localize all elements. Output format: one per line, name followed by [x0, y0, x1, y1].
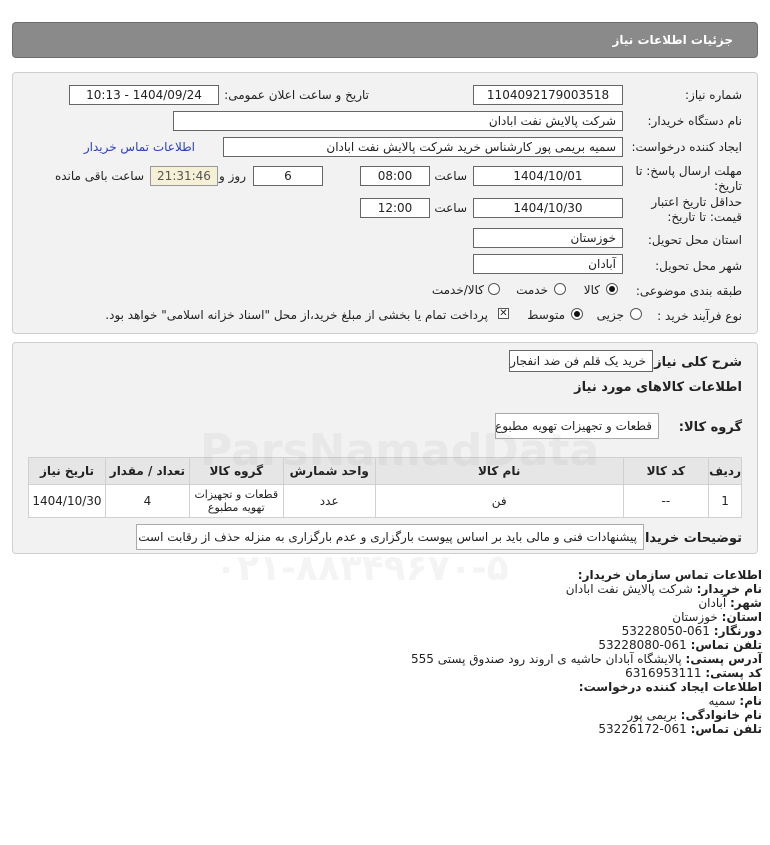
deadline-date-field: 1404/10/01	[473, 166, 623, 186]
group-field: قطعات و تجهیزات تهویه مطبوع	[495, 413, 659, 439]
creator-phone: تلفن تماس: 061-53226172	[598, 722, 762, 736]
page-title: جزئیات اطلاعات نیاز	[612, 33, 733, 47]
cell-name: فن	[374, 484, 624, 518]
deadline-time-field: 08:00	[360, 166, 430, 186]
city-label: شهر محل تحویل:	[655, 259, 742, 273]
creator-label: ایجاد کننده درخواست:	[631, 140, 742, 154]
buyer-field: شرکت پالایش نفت ابادان	[173, 111, 623, 131]
creator-field: سمیه بریمی پور کارشناس خرید شرکت پالایش …	[223, 137, 623, 157]
process-radio-minor[interactable]	[630, 308, 642, 320]
category-option-goods-service: کالا/خدمت	[431, 283, 484, 297]
items-table: ردیف کد کالا نام کالا واحد شمارش گروه کا…	[28, 457, 742, 518]
cell-group: قطعات و تجهیزات تهویه مطبوع	[188, 484, 284, 518]
province-field: خوزستان	[473, 228, 623, 248]
validity-time-field: 12:00	[360, 198, 430, 218]
page-header: جزئیات اطلاعات نیاز	[12, 22, 758, 58]
days-label: روز و	[219, 169, 246, 183]
need-number-field: 1104092179003518	[473, 85, 623, 105]
contact-province: استان: خوزستان	[672, 610, 762, 624]
deadline-label: مهلت ارسال پاسخ: تا	[635, 164, 742, 178]
category-option-goods: کالا	[583, 283, 600, 297]
contact-postal: کد پستی: 6316953111	[625, 666, 762, 680]
payment-note: پرداخت تمام یا بخشی از مبلغ خرید،از محل …	[105, 308, 488, 322]
desc-label: شرح کلی نیاز:	[648, 355, 742, 370]
col-date: تاریخ نیاز	[28, 457, 106, 485]
goods-info-title: اطلاعات کالاهای مورد نیاز	[574, 380, 742, 395]
creator-title: اطلاعات ایجاد کننده درخواست:	[578, 680, 762, 694]
contact-address: آدرس پستی: پالایشگاه آبادان حاشیه ی ارون…	[411, 652, 762, 666]
validity-time-label: ساعت	[434, 201, 467, 215]
summary-panel	[12, 342, 758, 554]
contact-fax: دورنگار: 061-53228050	[621, 624, 762, 638]
validity-label-date: قیمت: تا تاریخ:	[667, 210, 742, 224]
contact-city: شهر: آبادان	[698, 596, 762, 610]
category-radio-service[interactable]	[554, 283, 566, 295]
remaining-time-field: 21:31:46	[150, 166, 218, 186]
process-label: نوع فرآیند خرید :	[657, 309, 742, 323]
province-label: استان محل تحویل:	[647, 233, 742, 247]
col-code: کد کالا	[622, 457, 710, 485]
col-group: گروه کالا	[188, 457, 284, 485]
buyer-notes-field: پیشنهادات فنی و مالی باید بر اساس پیوست …	[136, 524, 644, 550]
cell-row: 1	[708, 484, 742, 518]
buyer-label: نام دستگاه خریدار:	[647, 114, 743, 128]
watermark-number: ۰۲۱-۸۸۳۴۹۶۷۰-۵	[215, 548, 509, 589]
validity-date-field: 1404/10/30	[473, 198, 623, 218]
creator-first-name: نام: سمیه	[708, 694, 762, 708]
validity-label: حداقل تاریخ اعتبار	[651, 195, 742, 209]
category-option-service: خدمت	[516, 283, 548, 297]
contact-phone: تلفن تماس: 061-53228080	[598, 638, 762, 652]
announce-field: 1404/09/24 - 10:13	[69, 85, 219, 105]
category-label: طبقه بندی موضوعی:	[635, 284, 742, 298]
process-radio-medium[interactable]	[571, 308, 583, 320]
category-radio-goods-service[interactable]	[488, 283, 500, 295]
cell-date: 1404/10/30	[28, 484, 106, 518]
items-table-header: ردیف کد کالا نام کالا واحد شمارش گروه کا…	[28, 457, 742, 485]
treasury-checkbox[interactable]: ✕	[498, 308, 509, 319]
buyer-contact-link[interactable]: اطلاعات تماس خریدار	[84, 140, 195, 154]
group-label: گروه کالا:	[678, 420, 742, 435]
contact-buyer-name: نام خریدار: شرکت پالایش نفت ابادان	[565, 582, 762, 596]
cell-code: --	[622, 484, 710, 518]
announce-label: تاریخ و ساعت اعلان عمومی:	[224, 88, 369, 102]
city-field: آبادان	[473, 254, 623, 274]
deadline-time-label: ساعت	[434, 169, 467, 183]
cell-qty: 4	[104, 484, 190, 518]
col-unit: واحد شمارش	[282, 457, 376, 485]
contact-org-title: اطلاعات تماس سازمان خریدار:	[577, 568, 762, 582]
category-radio-goods[interactable]	[606, 283, 618, 295]
days-field: 6	[253, 166, 323, 186]
desc-field: خرید یک قلم فن ضد انفجار	[509, 350, 653, 372]
remaining-label: ساعت باقی مانده	[54, 169, 144, 183]
cell-unit: عدد	[282, 484, 376, 518]
process-option-medium: متوسط	[527, 308, 565, 322]
creator-last-name: نام خانوادگی: بریمی پور	[627, 708, 762, 722]
process-option-minor: جزیی	[596, 308, 624, 322]
col-qty: تعداد / مقدار	[104, 457, 190, 485]
table-row: 1 -- فن عدد قطعات و تجهیزات تهویه مطبوع …	[28, 484, 742, 518]
buyer-notes-label: توضیحات خریدار:	[632, 531, 742, 546]
col-row: ردیف	[708, 457, 742, 485]
need-number-label: شماره نیاز:	[685, 88, 742, 102]
deadline-label-date: تاریخ:	[714, 179, 742, 193]
col-name: نام کالا	[374, 457, 624, 485]
